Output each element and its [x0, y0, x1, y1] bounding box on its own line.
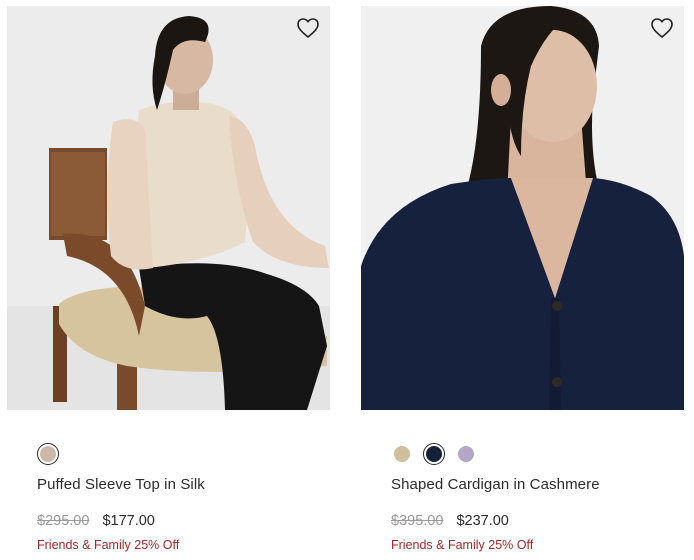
product-image[interactable] — [361, 6, 684, 410]
original-price: $395.00 — [391, 513, 444, 529]
color-swatches — [391, 443, 477, 465]
wishlist-button[interactable] — [648, 14, 676, 42]
product-name[interactable]: Puffed Sleeve Top in Silk — [37, 476, 205, 493]
swatch-color — [426, 446, 442, 462]
promo-label: Friends & Family 25% Off — [37, 538, 180, 552]
color-swatch[interactable] — [391, 443, 413, 465]
sale-price: $237.00 — [456, 513, 509, 529]
product-card[interactable]: Puffed Sleeve Top in Silk $295.00 $177.0… — [7, 0, 330, 560]
swatch-color — [458, 446, 474, 462]
color-swatches — [37, 443, 59, 465]
color-swatch[interactable] — [423, 443, 445, 465]
original-price: $295.00 — [37, 513, 90, 529]
sale-price: $177.00 — [102, 513, 155, 529]
heart-outline-icon — [297, 18, 319, 38]
swatch-color — [40, 446, 56, 462]
color-swatch[interactable] — [455, 443, 477, 465]
product-name[interactable]: Shaped Cardigan in Cashmere — [391, 476, 600, 493]
swatch-color — [394, 446, 410, 462]
product-image[interactable] — [7, 6, 330, 410]
price-row: $295.00 $177.00 — [37, 513, 155, 529]
wishlist-button[interactable] — [294, 14, 322, 42]
product-card[interactable]: Shaped Cardigan in Cashmere $395.00 $237… — [361, 0, 684, 560]
price-row: $395.00 $237.00 — [391, 513, 509, 529]
promo-label: Friends & Family 25% Off — [391, 538, 534, 552]
color-swatch[interactable] — [37, 443, 59, 465]
heart-outline-icon — [651, 18, 673, 38]
